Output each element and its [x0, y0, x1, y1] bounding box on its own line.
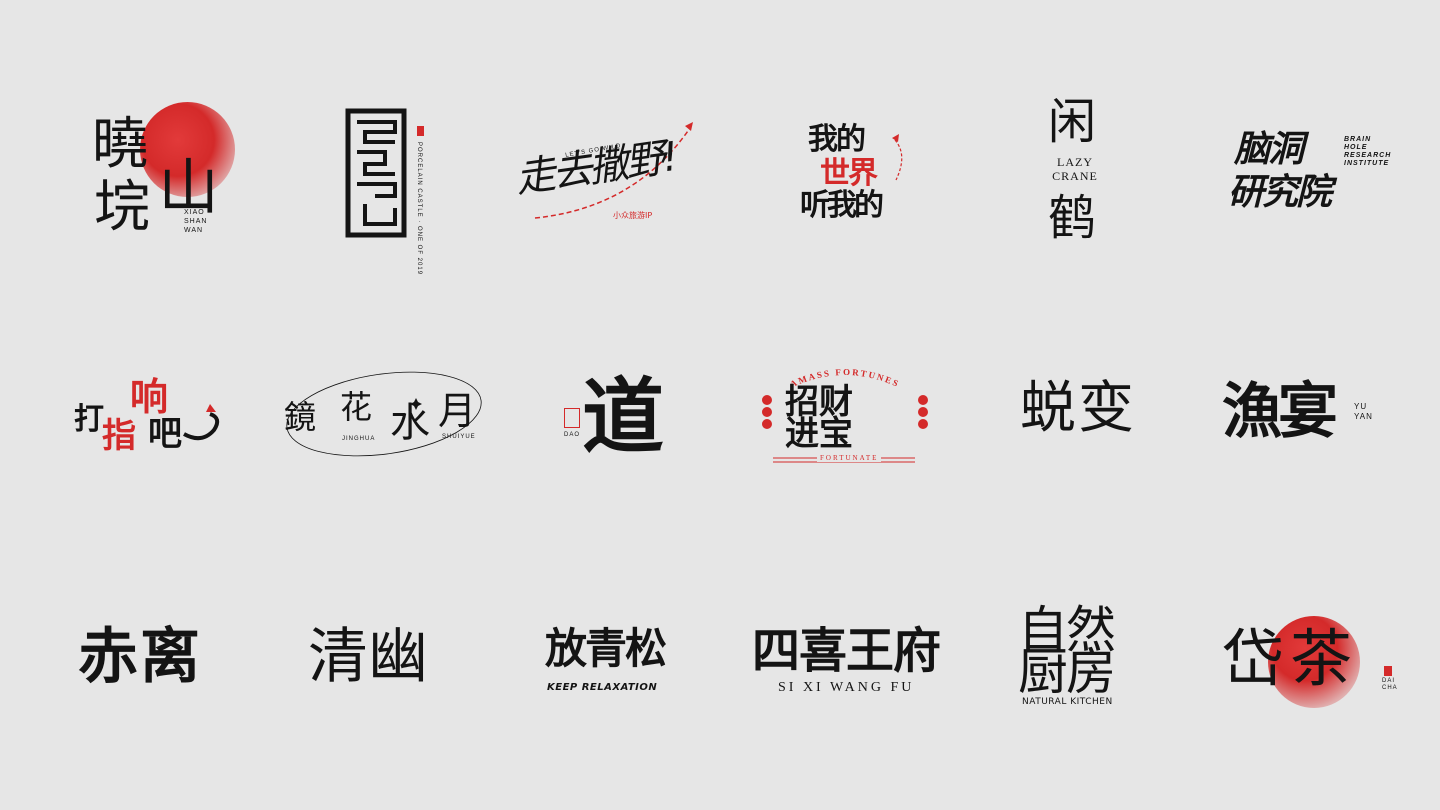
char-jing: 鏡 [284, 398, 317, 436]
char-yue: 月 [438, 389, 477, 433]
en-crane: CRANE [1052, 169, 1098, 183]
text-qingyou: 清幽 [308, 622, 428, 692]
logo-fangqingsong: 放青松 KEEP RELAXATION [545, 618, 680, 708]
en-line-1: XIAO [184, 209, 205, 216]
en-dai: DAI [1382, 678, 1396, 684]
maze-mark [345, 108, 407, 238]
en-lazy: LAZY [1057, 155, 1093, 169]
char-he: 鹤 [1048, 190, 1097, 246]
en-line-3: WAN [184, 227, 204, 234]
text-naodong: 脑洞 [1234, 129, 1304, 170]
char-xiao: 曉 [92, 112, 148, 177]
en-cha: CHA [1382, 685, 1398, 691]
logo-qingyou: 清幽 [308, 618, 468, 698]
char-ba: 吧 [148, 414, 182, 454]
english-text: KEEP RELAXATION [547, 682, 658, 693]
en-yan: YAN [1354, 412, 1373, 421]
text-wode: 我的 [808, 122, 866, 157]
char-da: 打 [74, 402, 104, 437]
en-3: RESEARCH [1344, 152, 1392, 159]
english-label: DAI CHA [1382, 678, 1398, 692]
char-wan: 垸 [94, 175, 150, 240]
logo-jinghua: 鏡 花 水 月 JINGHUA SHUIYUE [282, 362, 487, 467]
logo-dao: DAO 道 [560, 372, 670, 467]
english-block: BRAIN HOLE RESEARCH INSTITUTE [1344, 136, 1391, 168]
logo-sixi: 四喜王府 SI XI WANG FU [752, 622, 972, 702]
english-text: SI XI WANG FU [778, 680, 915, 695]
text-fangqingsong: 放青松 [545, 624, 667, 673]
text-yanjiuyuan: 研究院 [1228, 172, 1332, 213]
text-tingwode: 听我的 [800, 188, 884, 223]
char-dao: 道 [582, 369, 665, 465]
logo-yuyan: 漁宴 YU YAN [1222, 372, 1382, 462]
logo-ziran: 自然 厨房 NATURAL KITCHEN [1018, 605, 1153, 710]
text-chili: 赤离 [78, 622, 202, 692]
logo-naodong: 脑洞 BRAIN HOLE RESEARCH INSTITUTE 研究院 [1228, 129, 1391, 220]
char-zhi: 指 [102, 416, 136, 456]
english-text: NATURAL KITCHEN [1022, 697, 1113, 707]
en-yu: YU [1354, 402, 1368, 411]
text-daicha: 岱茶 [1222, 622, 1359, 695]
en-4: INSTITUTE [1344, 160, 1390, 167]
text-tuibian: 蜕变 [1020, 376, 1136, 441]
logo-zouqi: 走去撒野! LET'S GO WILD 小众旅游IP [513, 118, 725, 228]
en-1: BRAIN [1344, 136, 1372, 143]
red-seal [564, 408, 580, 428]
logo-xiaoshanwan: 曉 山 垸 XIAO SHAN WAN [80, 100, 235, 245]
en-shuiyue: SHUIYUE [442, 434, 476, 440]
char-shan: 山 [148, 155, 218, 215]
char-hua: 花 [340, 388, 373, 426]
char-xian: 闲 [1048, 94, 1097, 150]
en-2: HOLE [1344, 144, 1368, 151]
en-line-2: SHAN [184, 218, 208, 225]
logo-daicha: 岱茶 DAI CHA [1218, 612, 1408, 712]
text-sixi: 四喜王府 [752, 623, 941, 679]
logo-daxiangzhi: 打 响 指 吧 [72, 360, 227, 460]
text-yuyan: 漁宴 [1222, 377, 1338, 447]
logo-zhaocai: AMASS FORTUNES 招财 进宝 FORTUNATE [755, 362, 935, 467]
bottom-text: FORTUNATE [817, 454, 882, 462]
red-seal [417, 126, 424, 136]
text-jinbao: 进宝 [785, 414, 853, 454]
english-label: XIAO SHAN WAN [184, 208, 207, 235]
red-seal [1384, 666, 1392, 676]
logo-wode: 我的 世界 听我的 [800, 110, 915, 230]
en-jinghua: JINGHUA [342, 436, 376, 442]
text-chufang: 厨房 [1018, 643, 1116, 701]
logo-maze: PORCELAIN CASTLE · ONE OF 2019 [345, 108, 435, 275]
logo-chili: 赤离 [78, 618, 228, 698]
text-shijie: 世界 [820, 156, 878, 191]
english-label: YU YAN [1354, 402, 1373, 422]
logo-xianhe: 闲 LAZY CRANE 鹤 [1040, 95, 1110, 250]
char-shui: 水 [390, 400, 430, 446]
sub-text: 小众旅游IP [613, 211, 653, 220]
logo-tuibian: 蜕变 [1020, 365, 1150, 455]
vertical-english: PORCELAIN CASTLE · ONE OF 2019 [416, 142, 422, 276]
english-label: LAZY CRANE [1042, 155, 1108, 183]
en-dao: DAO [564, 432, 581, 438]
